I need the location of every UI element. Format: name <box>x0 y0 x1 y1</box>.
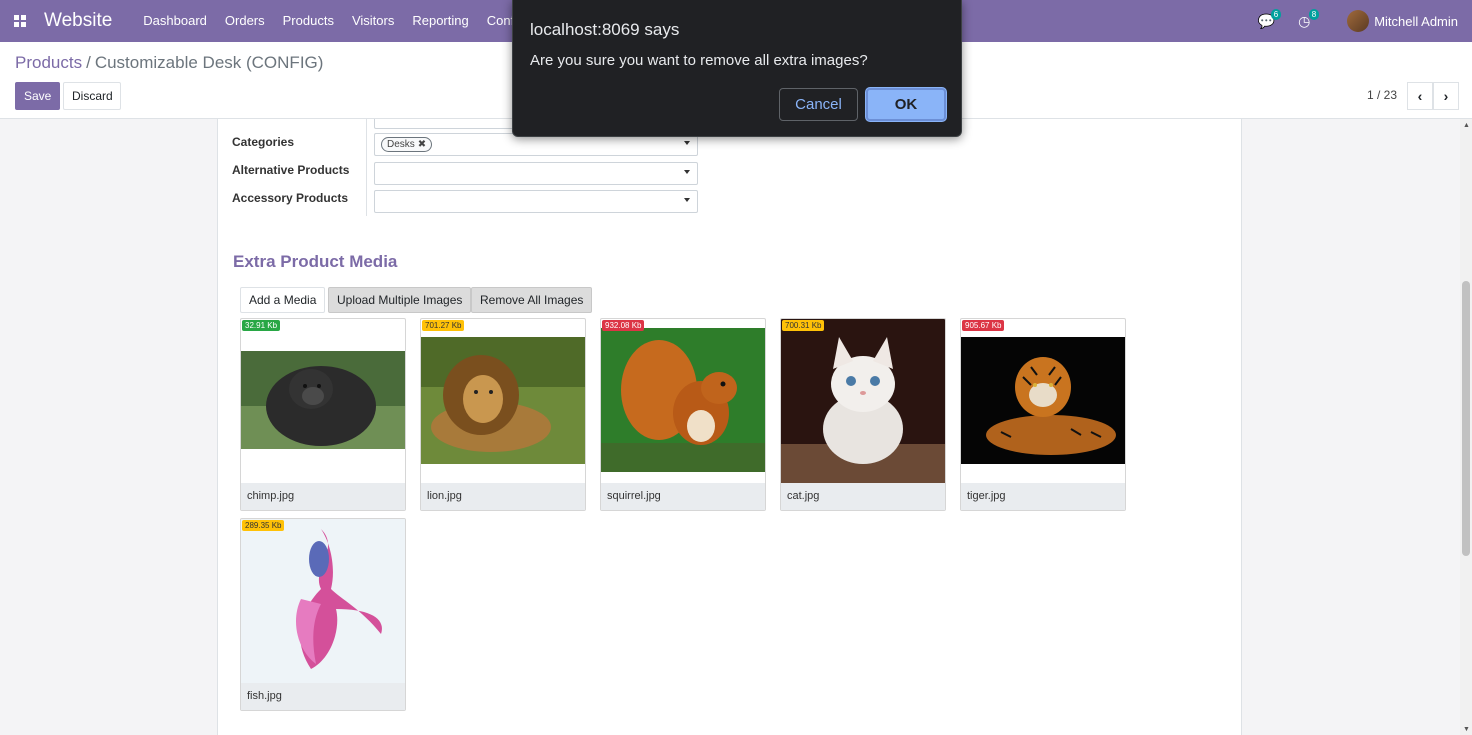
file-name: cat.jpg <box>781 483 945 510</box>
media-card[interactable]: 932.08 Kb squirrel.jpg <box>600 318 766 511</box>
form-sheet: Categories Desks ✖ Alternative Products A… <box>217 119 1242 735</box>
media-card[interactable]: 289.35 Kb fish.jpg <box>240 518 406 711</box>
media-card[interactable]: 905.67 Kb tiger.jpg <box>960 318 1126 511</box>
media-card[interactable]: 700.31 Kb cat.jpg <box>780 318 946 511</box>
alternative-products-label: Alternative Products <box>232 163 350 177</box>
file-size-badge: 701.27 Kb <box>422 320 465 331</box>
dropdown-caret-icon[interactable] <box>684 198 690 202</box>
tiger-image <box>961 337 1125 464</box>
accessory-products-field[interactable] <box>374 190 698 213</box>
dropdown-caret-icon[interactable] <box>684 170 690 174</box>
remove-tag-icon[interactable]: ✖ <box>418 139 426 150</box>
dialog-title: localhost:8069 says <box>530 20 680 39</box>
form-scroll-area: Categories Desks ✖ Alternative Products A… <box>0 119 1460 735</box>
file-name: squirrel.jpg <box>601 483 765 510</box>
section-title: Extra Product Media <box>233 252 398 271</box>
file-name: chimp.jpg <box>241 483 405 510</box>
avatar <box>1347 10 1370 32</box>
breadcrumb-products-link[interactable]: Products <box>15 53 82 72</box>
messages-button[interactable]: 💬 6 <box>1253 9 1282 31</box>
file-size-badge: 32.91 Kb <box>242 320 281 331</box>
gorilla-image <box>241 351 405 449</box>
pager-previous-button[interactable]: ‹ <box>1407 82 1433 110</box>
activities-button[interactable]: ◷ 8 <box>1291 9 1320 31</box>
scroll-down-arrow-icon[interactable]: ▼ <box>1463 726 1470 733</box>
pager-value[interactable]: 1 / 23 <box>1367 88 1397 102</box>
breadcrumb: Products / Customizable Desk (CONFIG) <box>15 53 323 73</box>
dropdown-caret-icon[interactable] <box>684 141 690 145</box>
breadcrumb-separator: / <box>86 53 91 72</box>
upload-multiple-images-button[interactable]: Upload Multiple Images <box>328 287 472 313</box>
discard-button[interactable]: Discard <box>63 82 121 110</box>
alternative-products-field[interactable] <box>374 162 698 185</box>
accessory-products-label: Accessory Products <box>232 191 349 205</box>
file-size-badge: 905.67 Kb <box>962 320 1005 331</box>
main-menu: Dashboard Orders Products Visitors Repor… <box>134 0 526 42</box>
chevron-right-icon: › <box>1443 88 1449 104</box>
dialog-message: Are you sure you want to remove all extr… <box>530 52 868 69</box>
file-name: tiger.jpg <box>961 483 1125 510</box>
kitten-image <box>781 319 945 483</box>
category-tag-label: Desks <box>387 139 415 150</box>
accessory-products-row: Accessory Products <box>218 190 718 216</box>
save-button[interactable]: Save <box>15 82 60 110</box>
cancel-button[interactable]: Cancel <box>779 88 858 121</box>
menu-reporting[interactable]: Reporting <box>403 0 477 42</box>
chevron-left-icon: ‹ <box>1417 88 1423 104</box>
squirrel-image <box>601 328 765 472</box>
user-menu[interactable]: Mitchell Admin <box>1329 10 1458 32</box>
file-size-badge: 932.08 Kb <box>602 320 645 331</box>
scrollbar-thumb[interactable] <box>1462 281 1470 556</box>
apps-menu-icon[interactable] <box>0 0 40 42</box>
activities-count-badge: 8 <box>1308 9 1320 20</box>
app-name[interactable]: Website <box>44 10 112 32</box>
breadcrumb-current: Customizable Desk (CONFIG) <box>94 53 324 72</box>
category-tag: Desks ✖ <box>381 137 433 152</box>
file-name: fish.jpg <box>241 683 405 710</box>
menu-orders[interactable]: Orders <box>216 0 274 42</box>
add-media-button[interactable]: Add a Media <box>240 287 326 313</box>
file-size-badge: 289.35 Kb <box>242 520 285 531</box>
lion-image <box>421 337 585 464</box>
menu-dashboard[interactable]: Dashboard <box>134 0 216 42</box>
file-name: lion.jpg <box>421 483 585 510</box>
media-card[interactable]: 32.91 Kb chimp.jpg <box>240 318 406 511</box>
categories-label: Categories <box>232 135 295 149</box>
pager-next-button[interactable]: › <box>1433 82 1459 110</box>
vertical-scrollbar[interactable]: ▲ ▼ <box>1460 119 1472 735</box>
user-name: Mitchell Admin <box>1374 13 1458 29</box>
alternative-products-row: Alternative Products <box>218 162 718 188</box>
remove-all-images-button[interactable]: Remove All Images <box>471 287 593 313</box>
scroll-up-arrow-icon[interactable]: ▲ <box>1463 122 1470 129</box>
menu-products[interactable]: Products <box>274 0 343 42</box>
messages-count-badge: 6 <box>1270 9 1282 20</box>
confirm-dialog: localhost:8069 says Are you sure you wan… <box>512 0 962 137</box>
ok-button[interactable]: OK <box>866 88 946 121</box>
media-card[interactable]: 701.27 Kb lion.jpg <box>420 318 586 511</box>
betta-fish-image <box>241 519 405 683</box>
file-size-badge: 700.31 Kb <box>782 320 825 331</box>
menu-visitors[interactable]: Visitors <box>343 0 403 42</box>
